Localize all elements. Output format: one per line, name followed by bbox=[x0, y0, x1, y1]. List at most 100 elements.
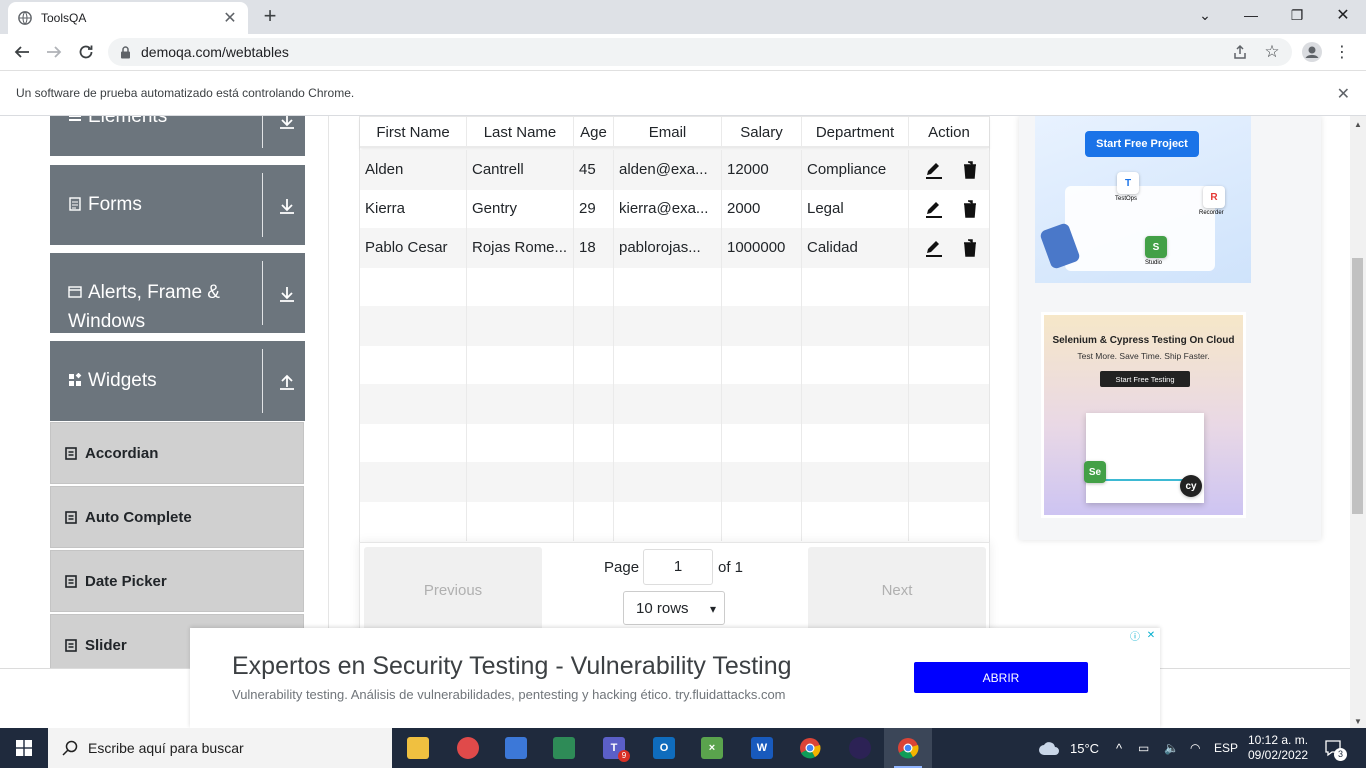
ad-info-icon[interactable]: ⓘ bbox=[1128, 628, 1142, 643]
bottom-ad-banner[interactable]: ⓘ ✕ Expertos en Security Testing - Vulne… bbox=[190, 628, 1160, 728]
table-row bbox=[360, 501, 989, 541]
back-button[interactable] bbox=[10, 40, 34, 64]
delete-trash-icon[interactable] bbox=[960, 199, 980, 219]
recorder-label: Recorder bbox=[1199, 210, 1224, 216]
edit-pencil-icon[interactable] bbox=[924, 238, 944, 258]
empty-cell bbox=[722, 306, 802, 346]
weather-widget[interactable]: 15°C bbox=[1038, 728, 1099, 768]
col-first-name[interactable]: First Name bbox=[360, 117, 467, 146]
banner-open-button[interactable]: ABRIR bbox=[914, 662, 1088, 693]
empty-cell bbox=[909, 501, 989, 541]
sidebar-item-date-picker[interactable]: Date Picker bbox=[50, 550, 304, 612]
bookmark-star-icon[interactable]: ☆ bbox=[1260, 40, 1284, 64]
pagination: Previous Page 1 of 1 10 rows ▾ Next bbox=[359, 542, 990, 642]
col-salary[interactable]: Salary bbox=[722, 117, 802, 146]
clock[interactable]: 10:12 a. m. 09/02/2022 bbox=[1248, 728, 1308, 768]
empty-cell bbox=[909, 384, 989, 424]
sidebar-divider bbox=[328, 116, 329, 676]
battery-icon[interactable]: ▭ bbox=[1138, 728, 1149, 768]
chrome-active-icon[interactable] bbox=[884, 728, 932, 768]
notifications-button[interactable]: 3 bbox=[1324, 728, 1347, 768]
minimize-button[interactable]: — bbox=[1228, 0, 1274, 30]
scroll-down-icon[interactable]: ▼ bbox=[1354, 717, 1362, 726]
sidebar-item-auto-complete[interactable]: Auto Complete bbox=[50, 486, 304, 548]
sidebar-group-alerts-frame-windows[interactable]: Alerts, Frame & Windows bbox=[50, 253, 305, 333]
teams-icon[interactable]: T 9 bbox=[590, 728, 638, 768]
previous-button[interactable]: Previous bbox=[364, 547, 542, 633]
reload-button[interactable] bbox=[74, 40, 98, 64]
next-button[interactable]: Next bbox=[808, 547, 986, 633]
empty-cell bbox=[802, 462, 909, 502]
forward-button[interactable] bbox=[42, 40, 66, 64]
empty-cell bbox=[574, 306, 614, 346]
rows-per-page-select[interactable]: 10 rows ▾ bbox=[623, 591, 725, 625]
remote-desktop-icon[interactable] bbox=[492, 728, 540, 768]
lambdatest-ad[interactable]: Selenium & Cypress Testing On Cloud Test… bbox=[1041, 312, 1246, 518]
infobar-close-icon[interactable]: ✕ bbox=[1337, 84, 1350, 104]
snipping-tool-icon[interactable] bbox=[444, 728, 492, 768]
banner-title[interactable]: Expertos en Security Testing - Vulnerabi… bbox=[232, 652, 792, 681]
col-department[interactable]: Department bbox=[802, 117, 909, 146]
new-tab-button[interactable]: + bbox=[258, 4, 282, 28]
eclipse-icon[interactable] bbox=[836, 728, 884, 768]
scrollbar-thumb[interactable] bbox=[1352, 258, 1363, 514]
taskbar-search[interactable]: Escribe aquí para buscar bbox=[48, 728, 392, 768]
outlook-icon[interactable]: O bbox=[640, 728, 688, 768]
delete-trash-icon[interactable] bbox=[960, 160, 980, 180]
tray-chevron-icon[interactable]: ^ bbox=[1116, 728, 1122, 768]
page-scrollbar[interactable]: ▲ ▼ bbox=[1350, 116, 1366, 728]
download-arrow-icon bbox=[280, 287, 294, 302]
group-separator bbox=[262, 261, 263, 325]
sidebar-group-widgets[interactable]: Widgets bbox=[50, 341, 305, 421]
edit-pencil-icon[interactable] bbox=[924, 160, 944, 180]
window-close-button[interactable]: ✕ bbox=[1320, 0, 1366, 30]
empty-cell bbox=[574, 501, 614, 541]
address-bar[interactable]: demoqa.com/webtables bbox=[108, 38, 1292, 66]
ad-close-icon[interactable]: ✕ bbox=[1144, 628, 1158, 642]
sidebar-item-accordian[interactable]: Accordian bbox=[50, 422, 304, 484]
volume-icon[interactable]: 🔈 bbox=[1164, 728, 1179, 768]
chrome-icon[interactable] bbox=[786, 728, 834, 768]
browser-tab[interactable]: ToolsQA ✕ bbox=[8, 2, 248, 34]
page-total-label: of 1 bbox=[718, 559, 744, 576]
page-number-input[interactable]: 1 bbox=[643, 549, 713, 585]
teams-badge: 9 bbox=[618, 750, 630, 762]
tab-close-icon[interactable]: ✕ bbox=[222, 8, 238, 28]
col-action[interactable]: Action bbox=[909, 117, 989, 146]
word-icon[interactable]: W bbox=[738, 728, 786, 768]
empty-cell bbox=[360, 384, 467, 424]
col-last-name[interactable]: Last Name bbox=[467, 117, 574, 146]
scroll-up-icon[interactable]: ▲ bbox=[1354, 120, 1362, 129]
empty-cell bbox=[360, 267, 467, 307]
sidebar-group-forms[interactable]: Forms bbox=[50, 165, 305, 245]
file-explorer-icon[interactable] bbox=[394, 728, 442, 768]
action-cell bbox=[909, 189, 989, 229]
share-icon[interactable] bbox=[1228, 40, 1252, 64]
empty-cell bbox=[467, 306, 574, 346]
restore-button[interactable]: ❐ bbox=[1274, 0, 1320, 30]
empty-cell bbox=[467, 423, 574, 463]
media-icon[interactable] bbox=[540, 728, 588, 768]
arrow-right-icon bbox=[47, 46, 62, 58]
globe-icon bbox=[18, 11, 32, 25]
language-indicator[interactable]: ESP bbox=[1214, 728, 1238, 768]
start-free-project-button[interactable]: Start Free Project bbox=[1085, 131, 1199, 157]
col-age[interactable]: Age bbox=[574, 117, 614, 146]
ad-choices[interactable]: ⓘ ✕ bbox=[1128, 628, 1158, 643]
tab-search-icon[interactable]: ⌄ bbox=[1182, 0, 1228, 30]
tab-title: ToolsQA bbox=[41, 11, 87, 25]
wifi-icon[interactable]: ◠ bbox=[1190, 728, 1200, 768]
menu-kebab-icon[interactable]: ⋮ bbox=[1330, 40, 1354, 64]
sidebar-group-elements[interactable]: Elements bbox=[50, 116, 305, 156]
col-email[interactable]: Email bbox=[614, 117, 722, 146]
profile-avatar[interactable] bbox=[1300, 40, 1324, 64]
katalon-ad[interactable]: Start Free Project T TestOps R Recorder … bbox=[1035, 116, 1251, 283]
start-free-testing-button[interactable]: Start Free Testing bbox=[1100, 371, 1190, 387]
start-button[interactable] bbox=[0, 728, 48, 768]
table-row bbox=[360, 345, 989, 385]
empty-cell bbox=[909, 462, 989, 502]
delete-trash-icon[interactable] bbox=[960, 238, 980, 258]
network-tool-icon[interactable]: × bbox=[688, 728, 736, 768]
table-cell: 1000000 bbox=[722, 228, 802, 268]
edit-pencil-icon[interactable] bbox=[924, 199, 944, 219]
